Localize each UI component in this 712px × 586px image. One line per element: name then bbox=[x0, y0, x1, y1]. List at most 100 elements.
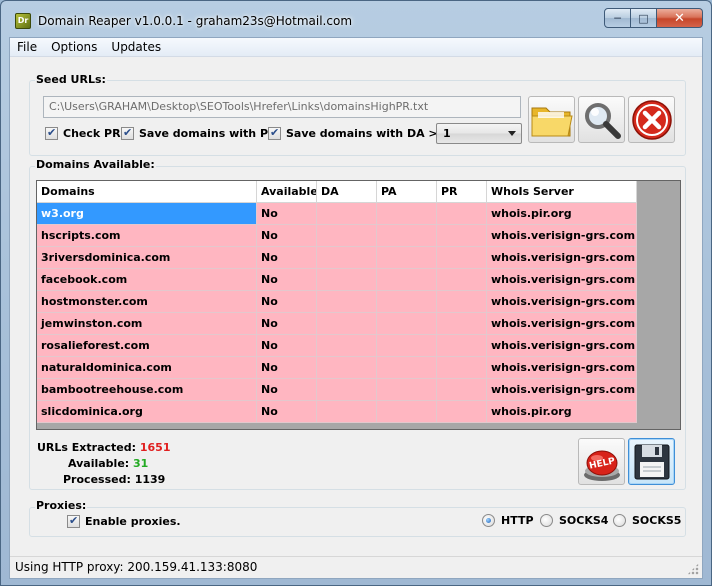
column-da[interactable]: DA bbox=[317, 181, 377, 203]
check-pr-checkbox[interactable]: Check PR. bbox=[45, 126, 125, 140]
enable-proxies-box bbox=[67, 514, 80, 528]
cell-pr bbox=[437, 335, 487, 357]
magnifier-icon bbox=[584, 102, 621, 139]
window-title: Domain Reaper v1.0.0.1 - graham23s@Hotma… bbox=[38, 14, 353, 28]
cell-available: No bbox=[257, 335, 317, 357]
cell-whois-server: whois.verisign-grs.com bbox=[487, 379, 637, 401]
cell-da bbox=[317, 357, 377, 379]
cell-pr bbox=[437, 357, 487, 379]
cell-pr bbox=[437, 379, 487, 401]
socks4-radio-dot bbox=[540, 514, 553, 527]
save-pr-checkbox[interactable]: Save domains with PR. bbox=[121, 126, 281, 140]
cell-available: No bbox=[257, 269, 317, 291]
cell-whois-server: whois.verisign-grs.com bbox=[487, 357, 637, 379]
caption-buttons: ─ □ ✕ bbox=[604, 8, 703, 28]
table-row[interactable]: hostmonster.com No whois.verisign-grs.com bbox=[37, 291, 680, 313]
check-pr-label: Check PR. bbox=[63, 127, 125, 140]
cell-da bbox=[317, 313, 377, 335]
save-button[interactable] bbox=[628, 438, 675, 485]
cell-pa bbox=[377, 291, 437, 313]
cell-domain: bambootreehouse.com bbox=[37, 379, 257, 401]
enable-proxies-checkbox[interactable]: Enable proxies. bbox=[67, 514, 181, 528]
da-threshold-value: 1 bbox=[443, 127, 451, 140]
cell-whois-server: whois.verisign-grs.com bbox=[487, 313, 637, 335]
cell-pa bbox=[377, 357, 437, 379]
search-button[interactable] bbox=[578, 96, 625, 143]
http-radio-dot bbox=[482, 514, 495, 527]
table-row[interactable]: slicdominica.org No whois.pir.org bbox=[37, 401, 680, 423]
cell-available: No bbox=[257, 203, 317, 225]
da-threshold-select[interactable]: 1 bbox=[436, 123, 522, 144]
check-pr-box bbox=[45, 126, 58, 140]
urls-extracted-label: URLs Extracted: bbox=[37, 441, 137, 454]
cell-whois-server: whois.verisign-grs.com bbox=[487, 247, 637, 269]
menu-updates[interactable]: Updates bbox=[104, 38, 168, 56]
available-value: 31 bbox=[133, 457, 149, 470]
socks5-radio-label: SOCKS5 bbox=[632, 514, 682, 527]
domains-table[interactable]: Domains Available DA PA PR WhoIs Server … bbox=[36, 180, 681, 430]
menu-file[interactable]: File bbox=[10, 38, 44, 56]
http-radio[interactable]: HTTP bbox=[482, 514, 534, 527]
table-row[interactable]: jemwinston.com No whois.verisign-grs.com bbox=[37, 313, 680, 335]
cell-pa bbox=[377, 401, 437, 423]
seed-file-path-input[interactable]: C:\Users\GRAHAM\Desktop\SEOTools\Hrefer\… bbox=[43, 96, 521, 118]
title-bar[interactable]: Dr Domain Reaper v1.0.0.1 - graham23s@Ho… bbox=[1, 1, 711, 37]
available-stat: Available: 31 bbox=[68, 457, 148, 470]
column-pa[interactable]: PA bbox=[377, 181, 437, 203]
cell-da bbox=[317, 269, 377, 291]
maximize-button[interactable]: □ bbox=[631, 8, 657, 28]
column-available[interactable]: Available bbox=[257, 181, 317, 203]
http-radio-label: HTTP bbox=[501, 514, 534, 527]
table-row[interactable]: hscripts.com No whois.verisign-grs.com bbox=[37, 225, 680, 247]
cell-domain: naturaldominica.com bbox=[37, 357, 257, 379]
maximize-icon: □ bbox=[638, 11, 649, 25]
cell-domain: jemwinston.com bbox=[37, 313, 257, 335]
column-pr[interactable]: PR bbox=[437, 181, 487, 203]
close-window-button[interactable]: ✕ bbox=[657, 8, 703, 28]
cell-whois-server: whois.pir.org bbox=[487, 203, 637, 225]
help-button[interactable]: HELP bbox=[578, 438, 625, 485]
column-domains[interactable]: Domains bbox=[37, 181, 257, 203]
cell-pr bbox=[437, 247, 487, 269]
table-row[interactable]: w3.org No whois.pir.org bbox=[37, 203, 680, 225]
table-row[interactable]: bambootreehouse.com No whois.verisign-grs.… bbox=[37, 379, 680, 401]
cell-domain: 3riversdominica.com bbox=[37, 247, 257, 269]
table-row[interactable]: facebook.com No whois.verisign-grs.com bbox=[37, 269, 680, 291]
cell-whois-server: whois.verisign-grs.com bbox=[487, 225, 637, 247]
column-whois-server[interactable]: WhoIs Server bbox=[487, 181, 637, 203]
close-icon: ✕ bbox=[674, 10, 685, 26]
cell-pr bbox=[437, 203, 487, 225]
open-file-button[interactable] bbox=[528, 96, 575, 143]
cell-domain: rosalieforest.com bbox=[37, 335, 257, 357]
save-pr-box bbox=[121, 126, 134, 140]
cell-whois-server: whois.verisign-grs.com bbox=[487, 291, 637, 313]
folder-icon bbox=[531, 107, 573, 136]
minimize-button[interactable]: ─ bbox=[604, 8, 631, 28]
table-row[interactable]: naturaldominica.com No whois.verisign-grs.… bbox=[37, 357, 680, 379]
save-da-checkbox[interactable]: Save domains with DA >= bbox=[268, 126, 447, 140]
menu-options[interactable]: Options bbox=[44, 38, 104, 56]
app-window: Dr Domain Reaper v1.0.0.1 - graham23s@Ho… bbox=[0, 0, 712, 586]
status-text: Using HTTP proxy: 200.159.41.133:8080 bbox=[15, 560, 258, 574]
stop-icon bbox=[631, 99, 672, 140]
cell-domain: hscripts.com bbox=[37, 225, 257, 247]
socks4-radio[interactable]: SOCKS4 bbox=[540, 514, 608, 527]
resize-grip-icon[interactable] bbox=[687, 563, 699, 575]
cell-whois-server: whois.pir.org bbox=[487, 401, 637, 423]
minimize-icon: ─ bbox=[614, 11, 621, 25]
table-row[interactable]: 3riversdominica.com No whois.verisign-grs.… bbox=[37, 247, 680, 269]
stop-button[interactable] bbox=[628, 96, 675, 143]
cell-domain: facebook.com bbox=[37, 269, 257, 291]
seed-urls-label: Seed URLs: bbox=[35, 73, 107, 86]
cell-pa bbox=[377, 379, 437, 401]
socks5-radio[interactable]: SOCKS5 bbox=[613, 514, 681, 527]
chevron-down-icon bbox=[508, 131, 516, 136]
enable-proxies-label: Enable proxies. bbox=[85, 515, 181, 528]
floppy-disk-icon bbox=[634, 444, 669, 479]
cell-pa bbox=[377, 269, 437, 291]
cell-whois-server: whois.verisign-grs.com bbox=[487, 335, 637, 357]
available-label: Available: bbox=[68, 457, 130, 470]
table-row[interactable]: rosalieforest.com No whois.verisign-grs.co… bbox=[37, 335, 680, 357]
help-icon: HELP bbox=[583, 450, 620, 481]
menu-bar: File Options Updates bbox=[10, 38, 702, 57]
